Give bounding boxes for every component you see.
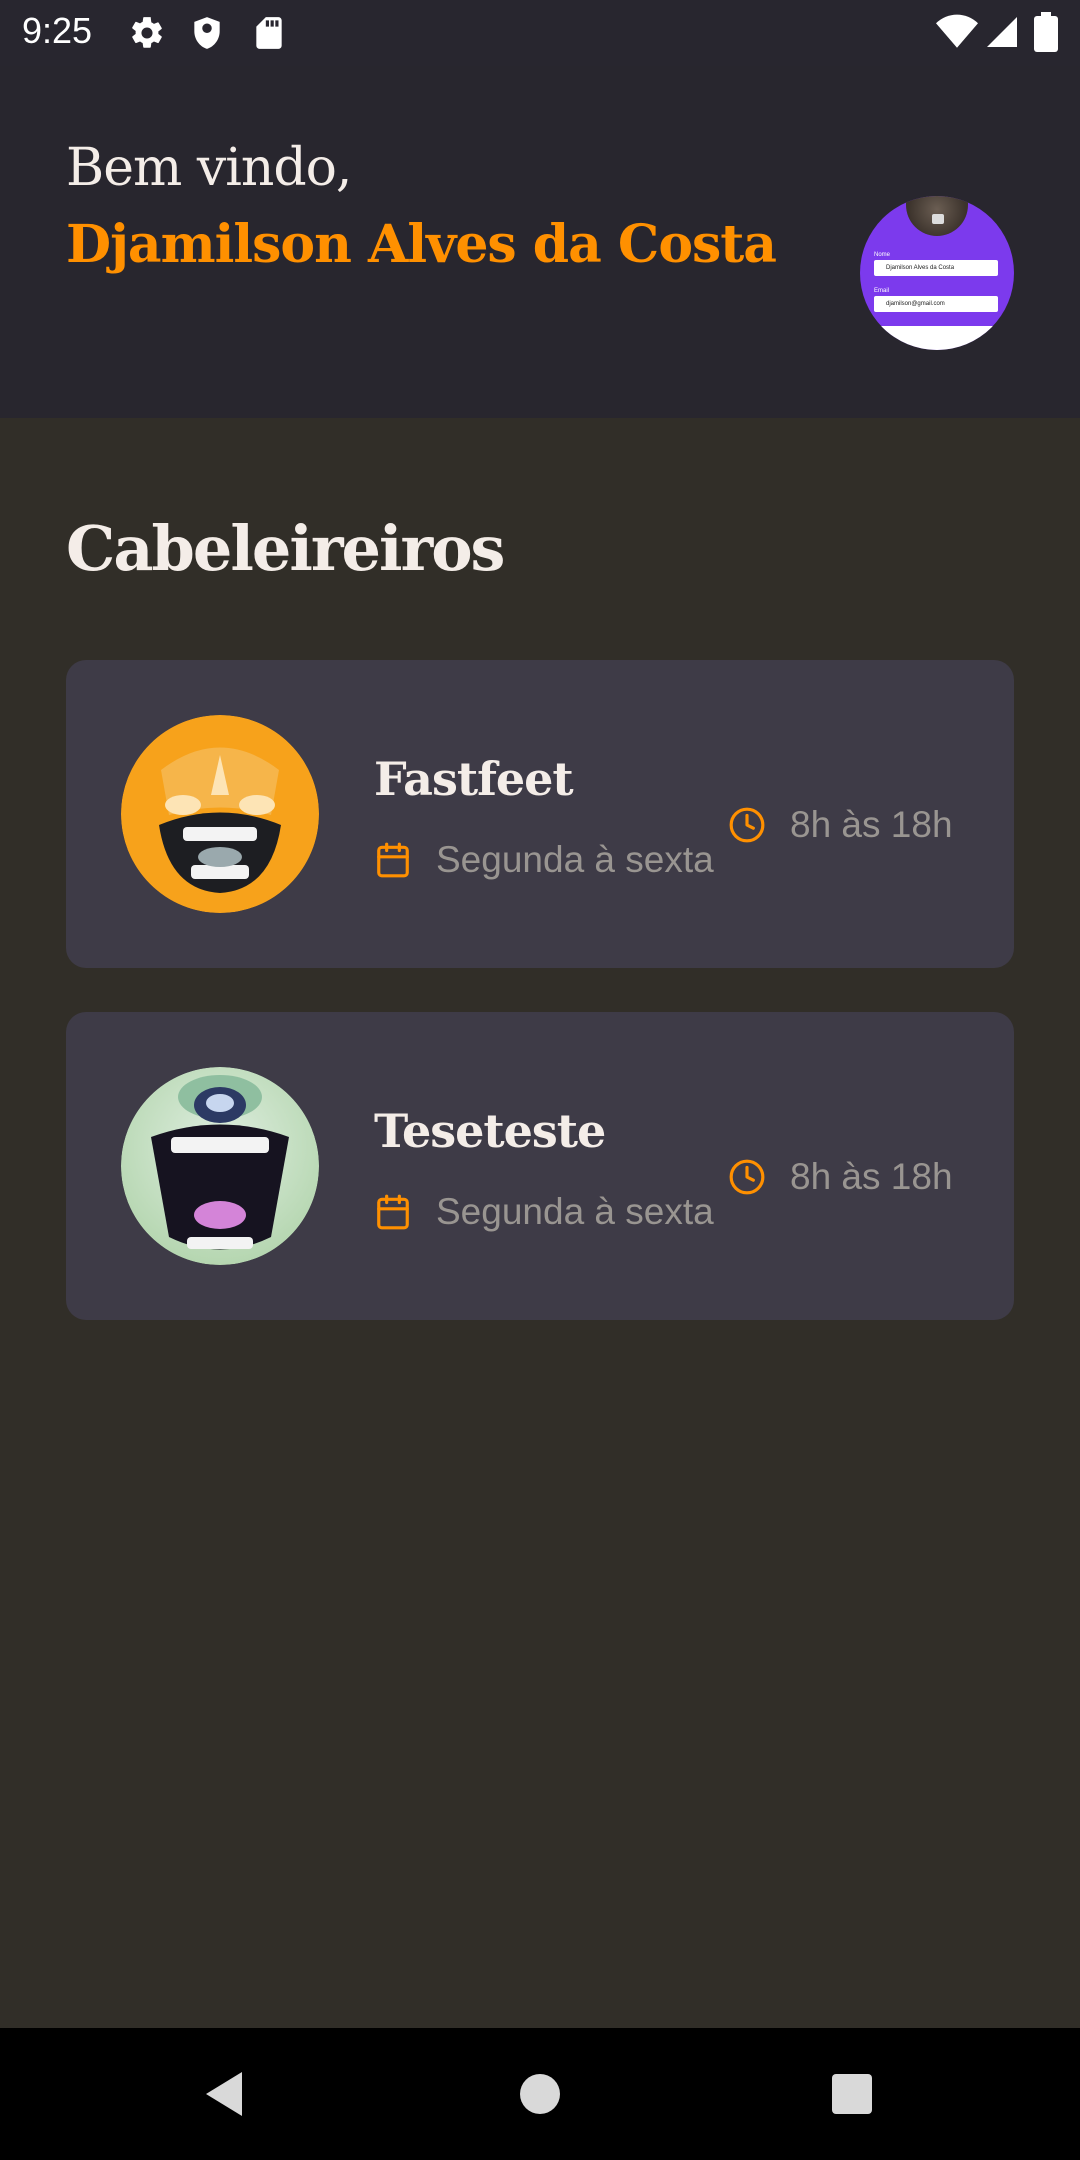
sd-card-icon [256,17,282,49]
provider-avatar [121,1067,319,1265]
camera-icon [932,214,944,224]
shield-icon [194,17,220,49]
orange-laughing-face-avatar [121,715,319,913]
calendar-icon [377,842,409,878]
preview-email-field: djamilson@gmail.com [874,296,998,312]
calendar-icon [377,1194,409,1230]
battery-icon [1034,12,1058,52]
preview-name-label: Nome [874,252,891,258]
welcome-text: Bem vindo, [66,138,352,198]
status-time: 9:25 [22,10,93,51]
provider-days-text: Segunda à sexta [436,839,714,880]
recents-icon[interactable] [822,2064,882,2124]
provider-name: Fastfeet [374,752,574,806]
signal-icon [987,17,1017,47]
back-icon[interactable] [196,2064,256,2124]
status-bar: 9:25 [0,0,1080,66]
profile-avatar[interactable]: Nome Djamilson Alves da Costa Email djam… [860,196,1014,350]
user-name: Djamilson Alves da Costa [66,214,777,275]
preview-name-field: Djamilson Alves da Costa [874,260,998,276]
home-icon[interactable] [510,2064,570,2124]
section-title: Cabeleireiros [66,512,505,585]
wifi-icon [936,14,978,48]
provider-card[interactable]: Teseteste Segunda à sexta 8h às 18h [66,1012,1014,1320]
green-screaming-face-avatar [121,1067,319,1265]
clock-icon [729,807,765,843]
settings-icon [132,17,162,48]
provider-hours: 8h às 18h [728,1155,953,1199]
provider-avatar [121,715,319,913]
provider-hours-text: 8h às 18h [790,1156,953,1197]
provider-hours-text: 8h às 18h [790,804,953,845]
provider-days-text: Segunda à sexta [436,1191,714,1232]
provider-card[interactable]: Fastfeet Segunda à sexta 8h às 18h [66,660,1014,968]
provider-days: Segunda à sexta [374,838,714,882]
preview-email-label: Email [874,288,890,294]
system-nav-bar [0,2028,1080,2160]
preview-footer [860,326,1014,350]
provider-days: Segunda à sexta [374,1190,714,1234]
provider-hours: 8h às 18h [728,803,953,847]
clock-icon [729,1159,765,1195]
provider-name: Teseteste [374,1104,606,1158]
